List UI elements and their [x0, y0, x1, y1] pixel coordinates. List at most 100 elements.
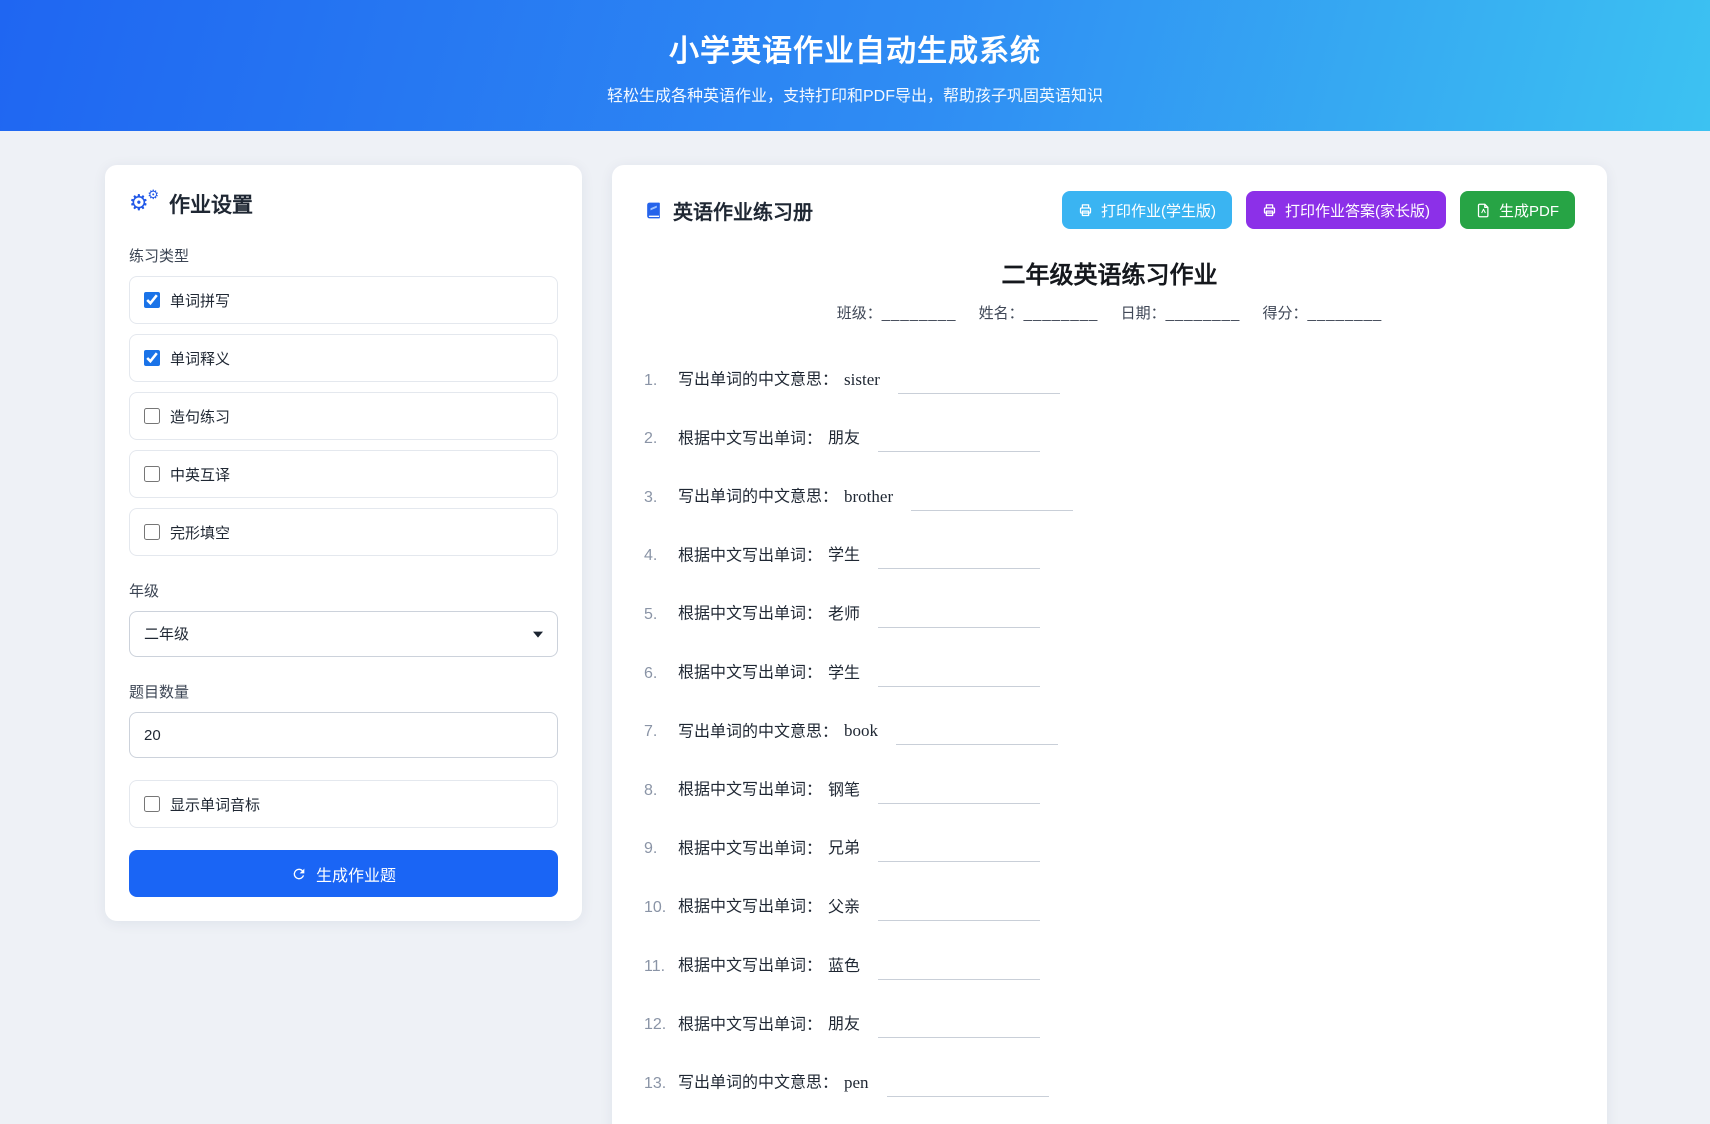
question-word: 兄弟: [828, 840, 860, 857]
question-word: sister: [844, 370, 880, 389]
grade-select-wrap: 二年级: [129, 611, 558, 657]
main-content: ⚙ ⚙ 作业设置 练习类型 单词拼写 单词释义 造句练习: [0, 131, 1710, 1124]
meta-blank-line: ________: [1024, 305, 1099, 322]
exercise-type-option-label: 造句练习: [170, 406, 230, 427]
question-prompt: 根据中文写出单词：: [678, 665, 822, 682]
question-number: 6.: [644, 663, 678, 685]
generate-button-label: 生成作业题: [316, 862, 396, 886]
app-header: 小学英语作业自动生成系统 轻松生成各种英语作业，支持打印和PDF导出，帮助孩子巩…: [0, 0, 1710, 131]
question-number: 10.: [644, 897, 678, 919]
settings-title-label: 作业设置: [169, 189, 253, 219]
question-prompt: 根据中文写出单词：: [678, 1016, 822, 1033]
question-prompt: 根据中文写出单词：: [678, 547, 822, 564]
exercise-type-option-label: 单词释义: [170, 348, 230, 369]
question-row: 11.根据中文写出单词：蓝色: [644, 953, 1575, 978]
worksheet-panel: 英语作业练习册 打印作业(学生版) 打印作业答案(家长版): [612, 165, 1607, 1124]
settings-panel-title: ⚙ ⚙ 作业设置: [129, 189, 558, 219]
question-row: 9.根据中文写出单词： 兄弟: [644, 836, 1575, 861]
answer-blank-line: [898, 376, 1060, 394]
exercise-type-checkbox[interactable]: [144, 408, 160, 424]
app-title: 小学英语作业自动生成系统: [669, 26, 1041, 70]
exercise-type-checkbox[interactable]: [144, 524, 160, 540]
answer-blank-line: [878, 786, 1040, 804]
question-row: 8.根据中文写出单词： 钢笔: [644, 777, 1575, 802]
question-prompt: 根据中文写出单词：: [678, 899, 822, 916]
question-prompt: 根据中文写出单词：: [678, 840, 822, 857]
exercise-type-checkbox[interactable]: [144, 350, 160, 366]
question-word: 学生: [828, 547, 860, 564]
answer-blank-line: [878, 669, 1040, 687]
exercise-type-option[interactable]: 造句练习: [129, 392, 558, 440]
answer-blank-line: [878, 845, 1040, 863]
sync-icon: [291, 866, 307, 882]
question-number: 1.: [644, 370, 678, 392]
phonetic-checkbox[interactable]: [144, 796, 160, 812]
question-word: 蓝色: [828, 958, 860, 975]
question-prompt: 根据中文写出单词：: [678, 958, 822, 975]
question-row: 4.根据中文写出单词：学生: [644, 543, 1575, 568]
question-row: 10.根据中文写出单词： 父亲: [644, 894, 1575, 919]
question-prompt: 根据中文写出单词：: [678, 782, 822, 799]
exercise-type-option[interactable]: 完形填空: [129, 508, 558, 556]
exercise-type-option[interactable]: 中英互译: [129, 450, 558, 498]
exercise-type-option-label: 完形填空: [170, 522, 230, 543]
question-prompt: 写出单词的中文意思：: [678, 372, 838, 389]
question-word: book: [844, 721, 878, 740]
settings-panel: ⚙ ⚙ 作业设置 练习类型 单词拼写 单词释义 造句练习: [105, 165, 582, 921]
answer-blank-line: [878, 1021, 1040, 1039]
answer-blank-line: [896, 728, 1058, 746]
exercise-type-checkbox[interactable]: [144, 466, 160, 482]
question-row: 1.写出单词的中文意思： sister: [644, 367, 1575, 392]
meta-blank-line: ________: [1308, 305, 1383, 322]
question-row: 5.根据中文写出单词：老师: [644, 601, 1575, 626]
generate-pdf-button[interactable]: 生成PDF: [1460, 191, 1575, 229]
worksheet-document-title: 二年级英语练习作业: [644, 255, 1575, 290]
question-count-input[interactable]: [129, 712, 558, 758]
worksheet-meta-line: 班级：________ 姓名：________ 日期：________ 得分：_…: [644, 302, 1575, 323]
exercise-type-option[interactable]: 单词拼写: [129, 276, 558, 324]
question-row: 13.写出单词的中文意思： pen: [644, 1070, 1575, 1095]
question-row: 12.根据中文写出单词：朋友: [644, 1012, 1575, 1037]
meta-blank-line: ________: [1166, 305, 1241, 322]
question-number: 2.: [644, 428, 678, 450]
question-word: 钢笔: [828, 782, 860, 799]
generate-button[interactable]: 生成作业题: [129, 850, 558, 897]
question-number: 9.: [644, 838, 678, 860]
worksheet-title-label: 英语作业练习册: [673, 196, 813, 225]
question-prompt: 写出单词的中文意思：: [678, 489, 838, 506]
exercise-type-checkbox[interactable]: [144, 292, 160, 308]
answer-blank-line: [878, 962, 1040, 980]
question-prompt: 根据中文写出单词：: [678, 606, 822, 623]
worksheet-header: 英语作业练习册 打印作业(学生版) 打印作业答案(家长版): [644, 191, 1575, 229]
app-subtitle: 轻松生成各种英语作业，支持打印和PDF导出，帮助孩子巩固英语知识: [607, 82, 1103, 106]
question-number: 8.: [644, 780, 678, 802]
pdf-file-icon: [1476, 203, 1491, 218]
phonetic-option[interactable]: 显示单词音标: [129, 780, 558, 828]
exercise-type-option[interactable]: 单词释义: [129, 334, 558, 382]
grade-label: 年级: [129, 580, 558, 601]
question-word: 父亲: [828, 899, 860, 916]
question-number: 13.: [644, 1073, 678, 1095]
meta-field: 日期：________: [1121, 305, 1241, 322]
exercise-type-option-label: 中英互译: [170, 464, 230, 485]
printer-icon: [1262, 203, 1277, 218]
question-word: 老师: [828, 606, 860, 623]
question-word: pen: [844, 1073, 869, 1092]
question-number: 3.: [644, 487, 678, 509]
question-number: 7.: [644, 721, 678, 743]
print-parent-button[interactable]: 打印作业答案(家长版): [1246, 191, 1446, 229]
phonetic-option-label: 显示单词音标: [170, 794, 260, 815]
exercise-type-label: 练习类型: [129, 245, 558, 266]
question-list: 1.写出单词的中文意思：sister 2.根据中文写出单词：朋友 3.写出单词的…: [644, 367, 1575, 1124]
exercise-type-list: 单词拼写 单词释义 造句练习 中英互译: [129, 276, 558, 556]
question-prompt: 写出单词的中文意思：: [678, 723, 838, 740]
question-row: 2.根据中文写出单词：朋友: [644, 426, 1575, 451]
print-student-button[interactable]: 打印作业(学生版): [1062, 191, 1232, 229]
question-prompt: 写出单词的中文意思：: [678, 1075, 838, 1092]
question-count-label: 题目数量: [129, 681, 558, 702]
question-row: 6.根据中文写出单词：学生: [644, 660, 1575, 685]
answer-blank-line: [878, 903, 1040, 921]
answer-blank-line: [887, 1079, 1049, 1097]
answer-blank-line: [878, 435, 1040, 453]
grade-select[interactable]: 二年级: [129, 611, 558, 657]
